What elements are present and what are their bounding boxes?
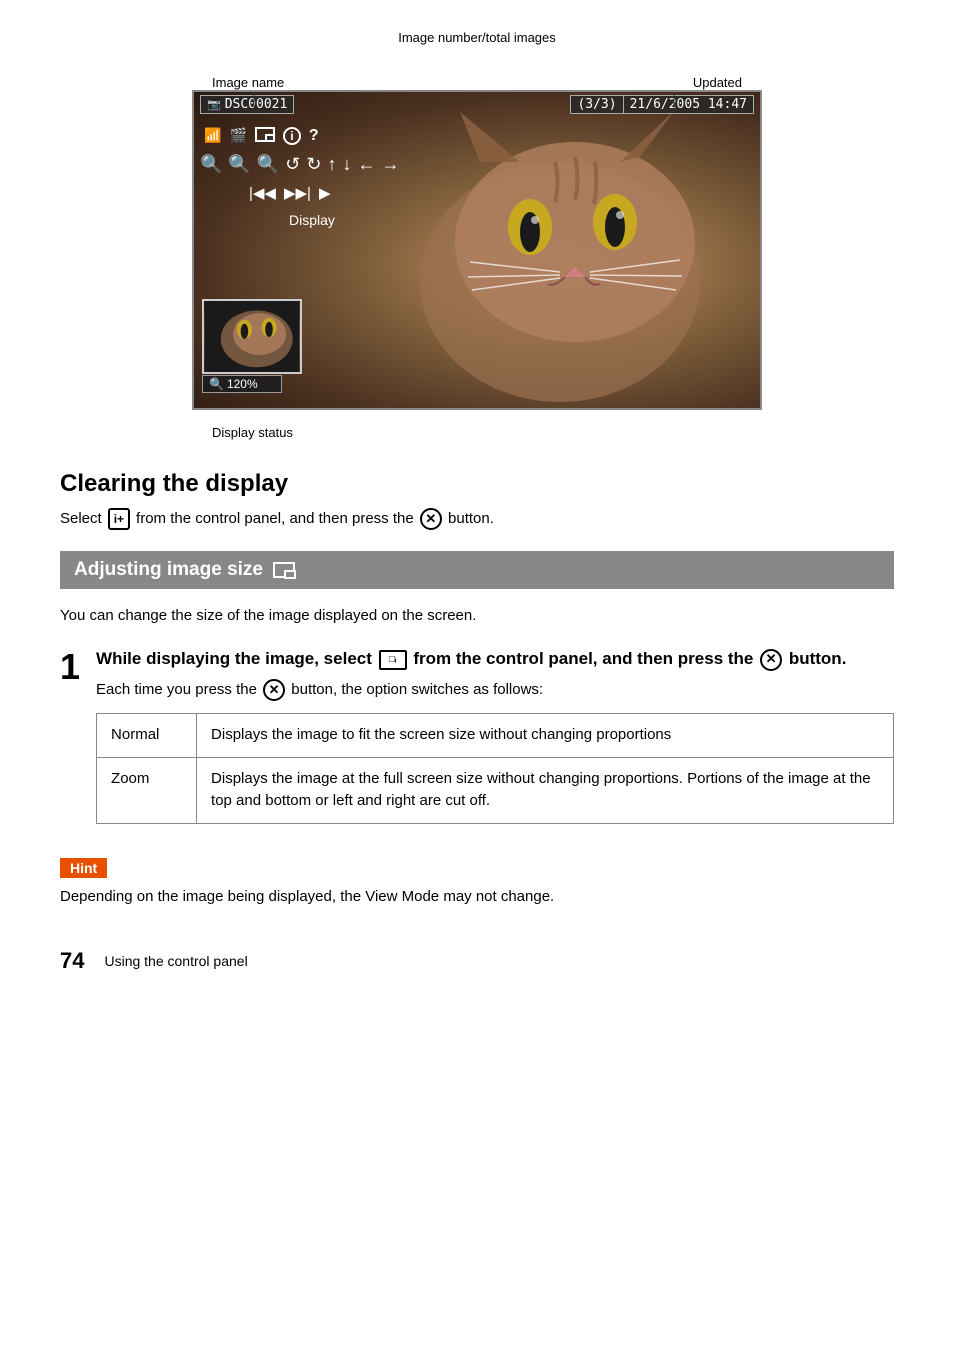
table-row: Normal Displays the image to fit the scr…: [97, 714, 894, 758]
clearing-text-between: from the control panel, and then press t…: [132, 510, 418, 527]
thumbnail-area: 🔍 120%: [202, 299, 312, 393]
display-status-label: Display status: [212, 425, 293, 440]
desc-zoom: Displays the image at the full screen si…: [197, 757, 894, 823]
date-time: 21/6/2005 14:47: [624, 95, 754, 114]
controls-row-3: |◀◀ ▶▶| ▶: [249, 184, 330, 202]
clearing-text-before: Select: [60, 510, 106, 527]
ctrl-next-icon: ▶▶|: [284, 184, 311, 202]
ctrl-wifi-icon: 📶: [204, 127, 221, 145]
step1-icon: □ᵢ: [379, 650, 407, 670]
controls-row-1: 📶 🎬 i ?: [204, 127, 319, 145]
step1-body-before: Each time you press the: [96, 681, 261, 698]
ctrl-down-icon: ↓: [342, 154, 351, 175]
ctrl-info-icon: i: [283, 127, 301, 145]
step1-x-button: ✕: [760, 649, 782, 671]
option-zoom: Zoom: [97, 757, 197, 823]
ctrl-rotate-left-icon: ↺: [285, 154, 300, 175]
display-label-overlay: Display: [289, 212, 335, 228]
options-table: Normal Displays the image to fit the scr…: [96, 713, 894, 824]
hint-text: Depending on the image being displayed, …: [60, 886, 894, 909]
adjusting-header: Adjusting image size: [60, 551, 894, 589]
ctrl-rect-icon: [255, 127, 275, 142]
step1-number: 1: [60, 647, 80, 685]
clearing-body: Select i+ from the control panel, and th…: [60, 508, 894, 531]
adjusting-title: Adjusting image size: [74, 559, 263, 581]
camera-wrapper: Image name Image number/total images Upd…: [192, 30, 762, 440]
step1-title-end: button.: [784, 649, 846, 668]
top-annotations: Image name Image number/total images Upd…: [192, 30, 762, 90]
step1-title-before: While displaying the image, select: [96, 649, 377, 668]
camera-small-icon: 📷: [207, 98, 221, 111]
ctrl-zoom-in-icon: 🔍: [257, 154, 279, 175]
hint-label: Hint: [60, 858, 107, 878]
ctrl-zoom-icon2: 🔍: [228, 154, 250, 175]
info-plus-icon: i+: [108, 508, 130, 530]
cat-illustration: [400, 102, 720, 402]
ctrl-play-icon: ▶: [319, 184, 331, 202]
filename-text: DSC00021: [225, 97, 288, 112]
image-name-label: Image name: [212, 75, 284, 90]
step1-container: 1 While displaying the image, select □ᵢ …: [60, 647, 894, 844]
ctrl-left-icon: ←: [357, 154, 375, 175]
thumbnail-image: [202, 299, 302, 374]
camera-top-bar: 📷 DSC00021 (3/3) 21/6/2005 14:47: [194, 92, 760, 117]
clearing-section: Clearing the display Select i+ from the …: [60, 470, 894, 531]
frame-counter: (3/3): [570, 95, 623, 114]
clearing-title: Clearing the display: [60, 470, 894, 498]
adjust-icons: [273, 562, 295, 578]
step1-body-x-icon: ✕: [263, 679, 285, 701]
step1-body-after: button, the option switches as follows:: [287, 681, 543, 698]
zoom-value: 120%: [227, 377, 258, 391]
date-frame-box: (3/3) 21/6/2005 14:47: [570, 95, 754, 114]
step1-content: While displaying the image, select □ᵢ fr…: [96, 647, 894, 844]
controls-row-2: 🔍 🔍 🔍 ↺ ↻ ↑ ↓ ← →: [200, 154, 399, 175]
zoom-indicator: 🔍 120%: [202, 375, 282, 393]
page-footer: 74 Using the control panel: [60, 938, 894, 974]
bottom-annotations: Display status: [192, 410, 762, 440]
filename-box: 📷 DSC00021: [200, 95, 294, 114]
ctrl-prev-icon: |◀◀: [249, 184, 276, 202]
ctrl-cam-icon: 🎬: [229, 127, 246, 145]
camera-display: 📷 DSC00021 (3/3) 21/6/2005 14:47 📶 🎬 i ?…: [192, 90, 762, 410]
step1-body: Each time you press the ✕ button, the op…: [96, 679, 894, 702]
updated-label: Updated: [693, 75, 742, 90]
ctrl-rotate-right-icon: ↻: [306, 154, 321, 175]
option-normal: Normal: [97, 714, 197, 758]
ctrl-right-icon: →: [381, 154, 399, 175]
hint-box: Hint Depending on the image being displa…: [60, 858, 894, 909]
clearing-text-after: button.: [444, 510, 494, 527]
zoom-icon: 🔍: [209, 377, 224, 391]
adjusting-intro: You can change the size of the image dis…: [60, 605, 894, 628]
adjusting-section: Adjusting image size You can change the …: [60, 551, 894, 909]
image-number-label: Image number/total images: [398, 30, 556, 45]
ctrl-question-icon: ?: [309, 127, 319, 145]
desc-normal: Displays the image to fit the screen siz…: [197, 714, 894, 758]
camera-section: Image name Image number/total images Upd…: [60, 30, 894, 440]
step1-title-after: from the control panel, and then press t…: [409, 649, 759, 668]
ctrl-zoom-out-icon: 🔍: [200, 154, 222, 175]
step1-title: While displaying the image, select □ᵢ fr…: [96, 647, 894, 671]
footer-text: Using the control panel: [104, 953, 247, 969]
ctrl-up-icon: ↑: [327, 154, 336, 175]
x-button-icon: ✕: [420, 508, 442, 530]
table-row: Zoom Displays the image at the full scre…: [97, 757, 894, 823]
page-number: 74: [60, 948, 84, 974]
